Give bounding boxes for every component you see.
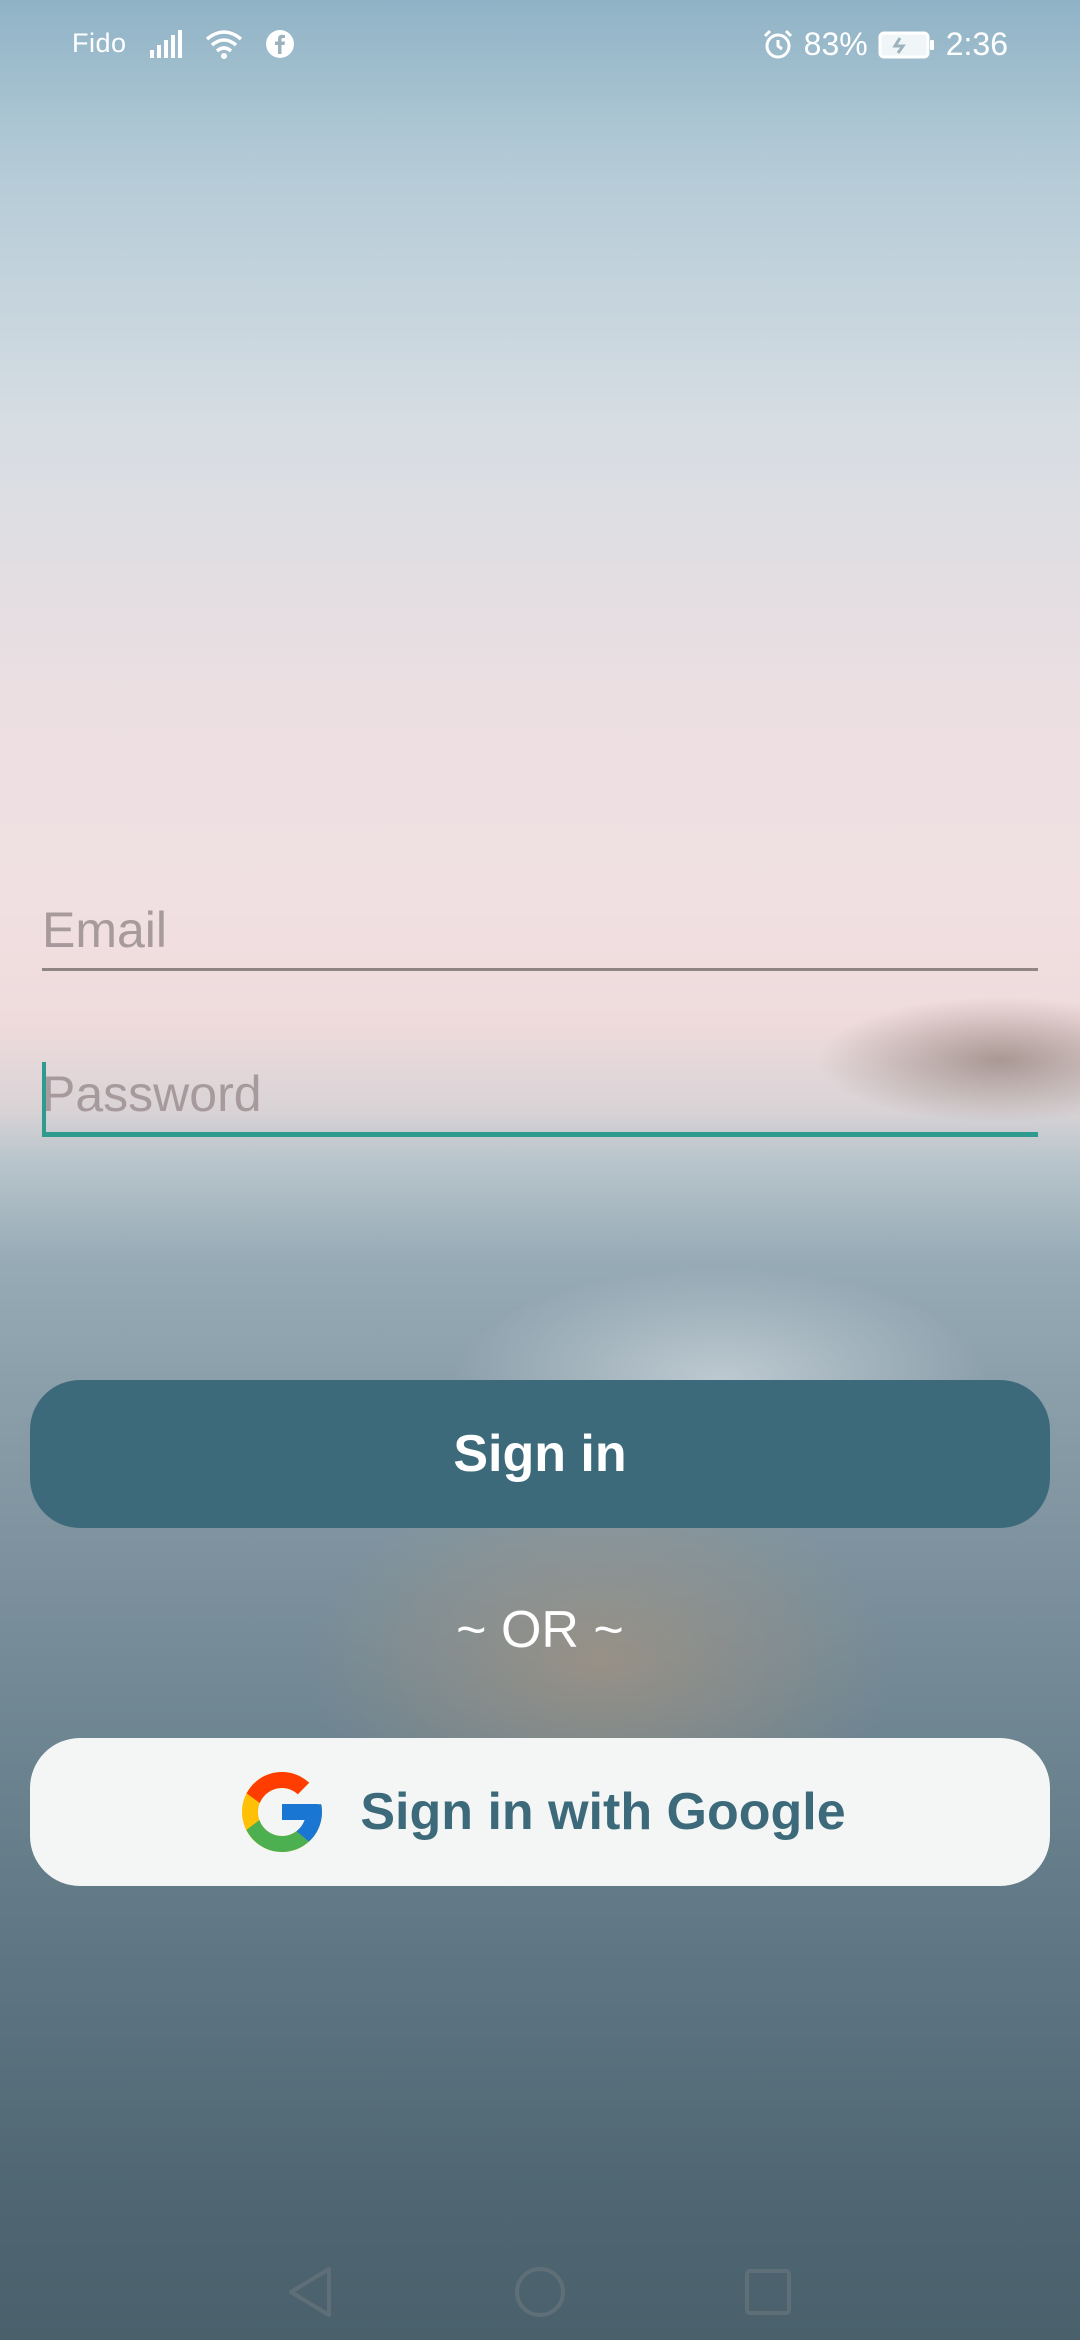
status-left: Fido <box>72 28 295 59</box>
password-field[interactable] <box>42 1062 1038 1132</box>
text-cursor <box>42 1062 46 1134</box>
facebook-icon <box>265 29 295 59</box>
battery-percent: 83% <box>803 26 868 62</box>
google-logo-icon <box>234 1764 330 1860</box>
status-bar: Fido 83% 2:36 <box>0 0 1080 90</box>
carrier-name: Fido <box>72 28 127 58</box>
clock-time: 2:36 <box>945 26 1008 62</box>
back-icon[interactable] <box>280 2262 340 2322</box>
google-button-label: Sign in with Google <box>360 1783 846 1841</box>
password-field-container <box>42 1062 1038 1137</box>
google-signin-button[interactable]: Sign in with Google <box>30 1738 1050 1886</box>
signal-icon <box>149 29 183 58</box>
status-right: 83% 2:36 <box>762 26 1008 63</box>
signin-button[interactable]: Sign in <box>30 1380 1050 1528</box>
alarm-icon <box>762 29 794 61</box>
signin-button-label: Sign in <box>453 1425 627 1483</box>
password-underline <box>42 1132 1038 1137</box>
recents-icon[interactable] <box>738 2262 798 2322</box>
home-icon[interactable] <box>510 2262 570 2322</box>
wifi-icon <box>205 29 243 59</box>
email-field[interactable] <box>42 898 1038 968</box>
or-divider: ~ OR ~ <box>456 1601 624 1659</box>
email-underline <box>42 968 1038 971</box>
email-field-container <box>42 898 1038 971</box>
nav-bar <box>0 2240 1080 2340</box>
battery-charging-icon <box>878 30 936 60</box>
